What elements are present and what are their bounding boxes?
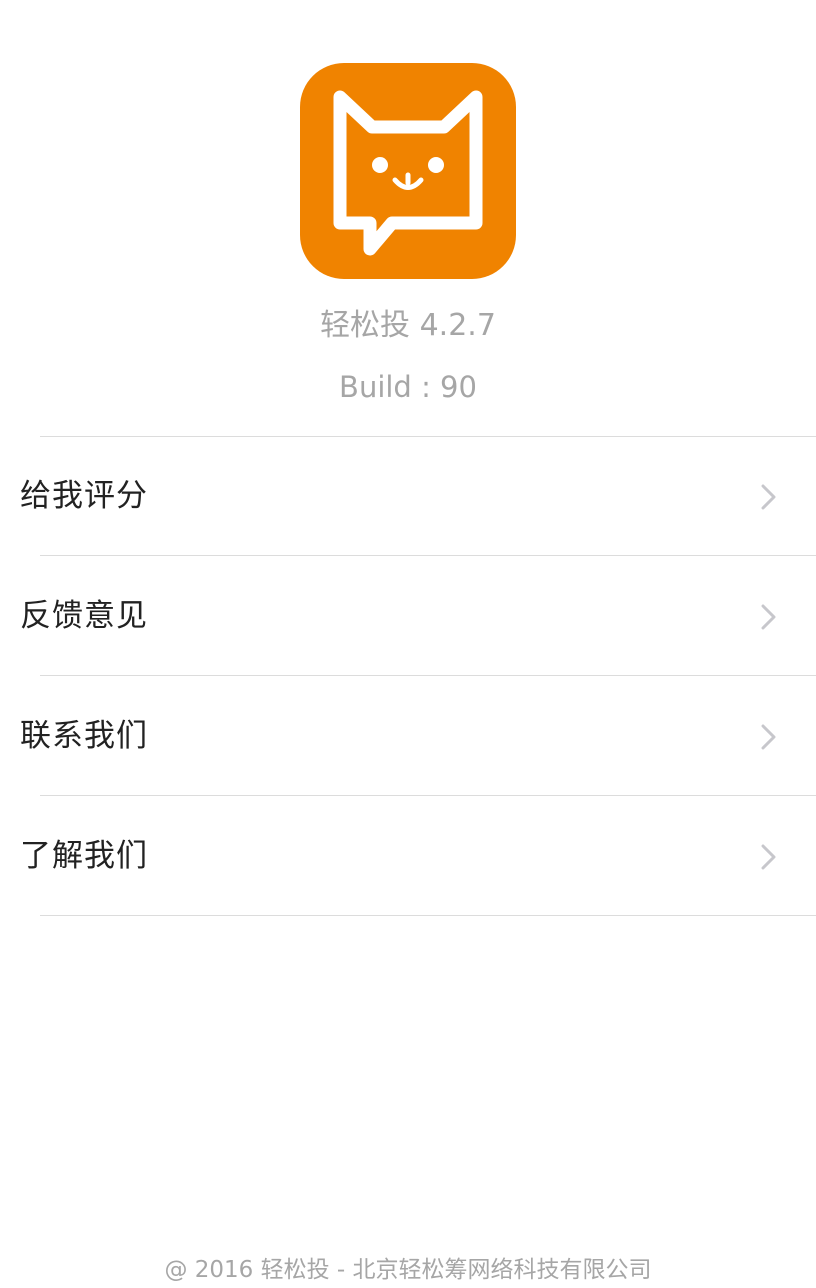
divider (40, 915, 816, 916)
divider (40, 675, 816, 676)
chevron-right-icon (761, 604, 776, 630)
menu-item-feedback[interactable]: 反馈意见 (0, 557, 816, 676)
menu-item-about-us[interactable]: 了解我们 (0, 797, 816, 916)
copyright-footer: @ 2016 轻松投 - 北京轻松筹网络科技有限公司 (164, 1257, 652, 1283)
divider (40, 555, 816, 556)
chevron-right-icon (761, 724, 776, 750)
menu-item-label: 给我评分 (20, 478, 148, 514)
menu-item-label: 联系我们 (20, 718, 148, 754)
chevron-right-icon (761, 844, 776, 870)
menu-item-contact-us[interactable]: 联系我们 (0, 677, 816, 796)
divider (40, 795, 816, 796)
menu-item-label: 反馈意见 (20, 598, 148, 634)
app-logo-icon (300, 63, 516, 279)
menu-item-label: 了解我们 (20, 838, 148, 874)
app-name-version: 轻松投 4.2.7 (320, 308, 496, 343)
chevron-right-icon (761, 484, 776, 510)
build-number: Build : 90 (339, 370, 477, 404)
menu-item-rate[interactable]: 给我评分 (0, 437, 816, 556)
